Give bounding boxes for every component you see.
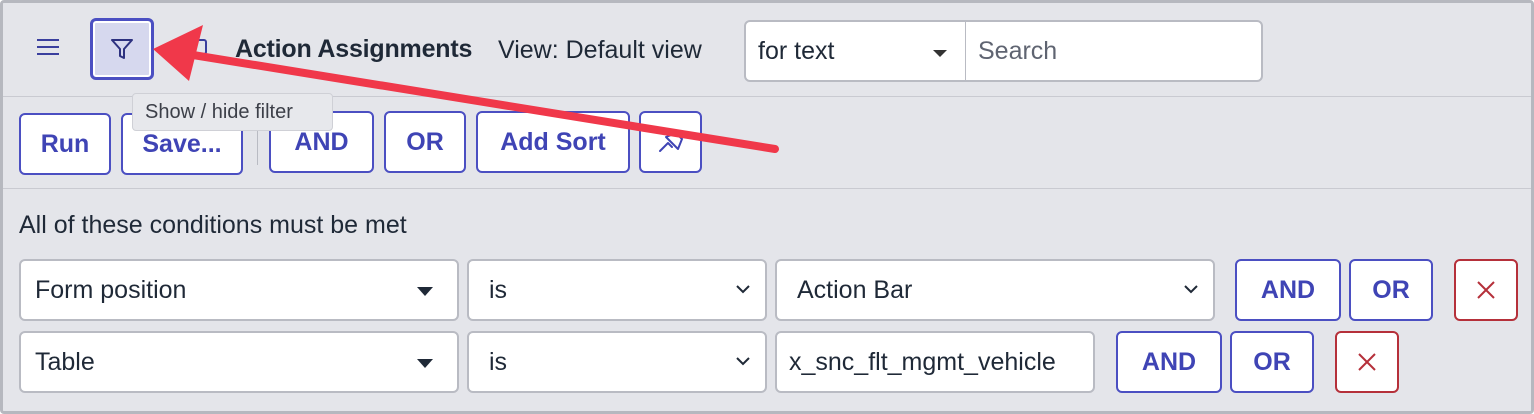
list-window: Action Assignments View: Default view fo… [0, 0, 1534, 414]
search-field-select[interactable]: for text [744, 20, 966, 82]
condition-value-text: Action Bar [797, 275, 913, 304]
condition-field-value: Table [35, 347, 95, 376]
condition-delete-button[interactable] [1454, 259, 1518, 321]
condition-field-select[interactable]: Form position [19, 259, 459, 321]
pin-button[interactable] [639, 111, 702, 173]
pin-icon [658, 132, 683, 152]
chevron-down-icon [1184, 285, 1198, 294]
filter-icon [111, 39, 133, 59]
caret-down-icon [417, 359, 433, 368]
add-sort-button[interactable]: Add Sort [476, 111, 630, 173]
peek-icon[interactable] [193, 39, 207, 55]
condition-and-button[interactable]: AND [1116, 331, 1222, 393]
search-field-select-value: for text [758, 37, 835, 65]
caret-down-icon [933, 50, 947, 57]
conditions-label: All of these conditions must be met [19, 211, 407, 239]
filter-tooltip: Show / hide filter [132, 93, 333, 131]
caret-down-icon [417, 287, 433, 296]
condition-delete-button[interactable] [1335, 331, 1399, 393]
page-title: Action Assignments [235, 35, 473, 63]
condition-operator-value: is [489, 275, 508, 304]
chevron-down-icon [736, 357, 750, 366]
filter-toggle-button[interactable] [90, 18, 154, 80]
condition-operator-select[interactable]: is [467, 331, 767, 393]
condition-value-input[interactable]: x_snc_flt_mgmt_vehicle [775, 331, 1095, 393]
condition-or-button[interactable]: OR [1230, 331, 1314, 393]
condition-operator-select[interactable]: is [467, 259, 767, 321]
or-button[interactable]: OR [384, 111, 466, 173]
close-icon [1477, 281, 1495, 299]
search-input[interactable] [965, 20, 1263, 82]
condition-field-select[interactable]: Table [19, 331, 459, 393]
toolbar-divider [257, 131, 258, 165]
condition-value-select[interactable]: Action Bar [775, 259, 1215, 321]
menu-icon[interactable] [37, 39, 61, 59]
conditions-panel: All of these conditions must be met Form… [3, 189, 1531, 411]
run-button[interactable]: Run [19, 113, 111, 175]
condition-or-button[interactable]: OR [1349, 259, 1433, 321]
chevron-down-icon [736, 285, 750, 294]
close-icon [1358, 353, 1376, 371]
list-header: Action Assignments View: Default view fo… [3, 3, 1531, 97]
condition-operator-value: is [489, 347, 508, 376]
condition-and-button[interactable]: AND [1235, 259, 1341, 321]
view-label[interactable]: View: Default view [498, 36, 702, 65]
condition-field-value: Form position [35, 275, 187, 304]
